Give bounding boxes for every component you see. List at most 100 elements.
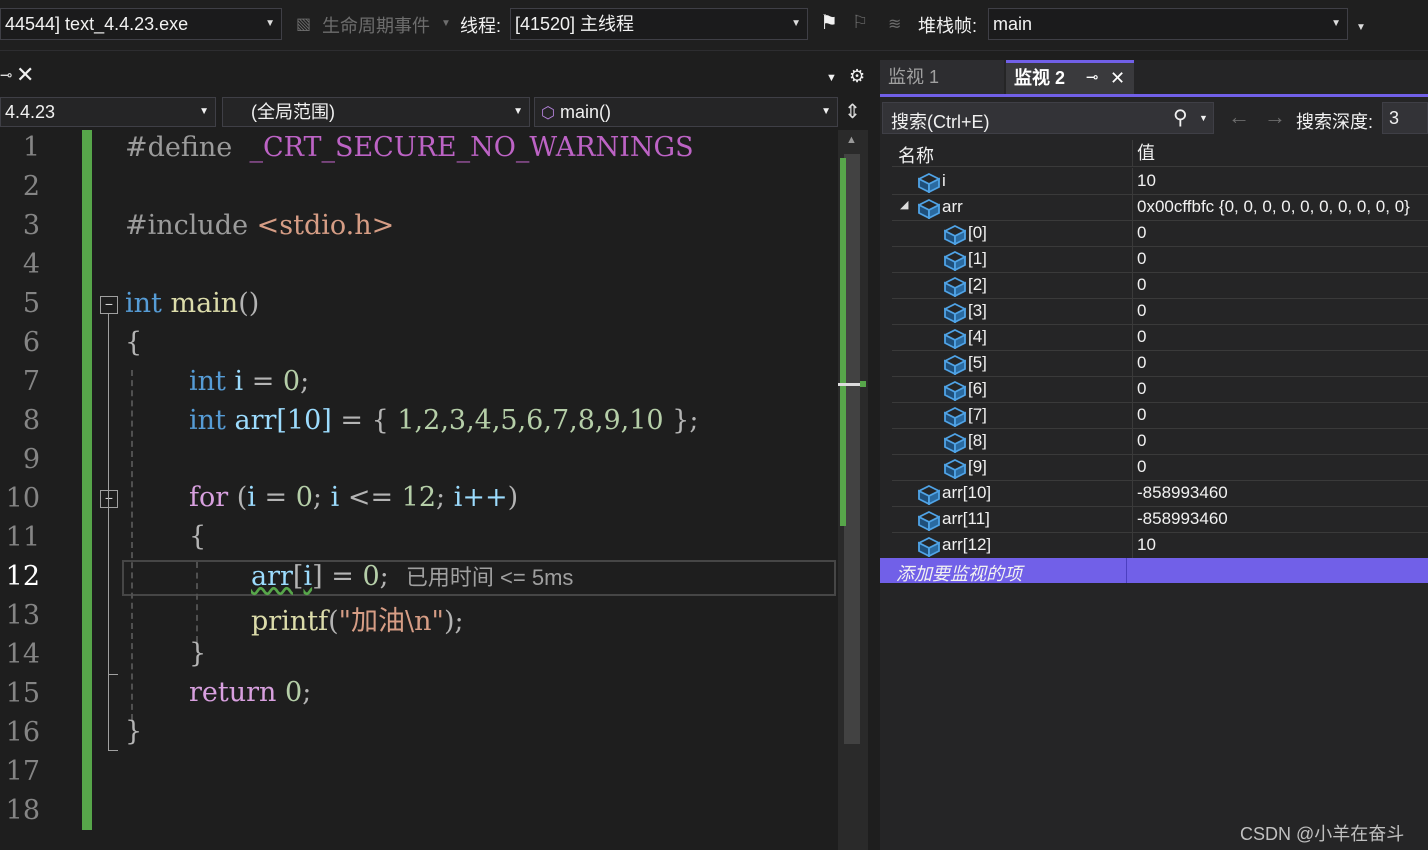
project-dropdown[interactable]: 4.4.23 ▼: [0, 97, 216, 127]
watch-row[interactable]: arr[11] -858993460: [892, 506, 1428, 533]
toolbar-overflow-icon[interactable]: ▼: [1356, 22, 1366, 33]
close-icon[interactable]: ✕: [1110, 63, 1125, 93]
watch-row-value[interactable]: 10: [1132, 532, 1156, 558]
watch-row-name-text: [5]: [968, 353, 987, 372]
collapse-for-icon[interactable]: −: [100, 490, 118, 508]
tab-watch-2[interactable]: 监视 2 ⊸ ✕: [1006, 60, 1134, 94]
watch-row[interactable]: [5] 0: [892, 350, 1428, 377]
line-number: 18: [5, 795, 40, 826]
watch-row[interactable]: arr ◢ 0x00cffbfc {0, 0, 0, 0, 0, 0, 0, 0, …: [892, 194, 1428, 221]
watch-row-value[interactable]: 0: [1132, 246, 1146, 272]
search-input[interactable]: 搜索(Ctrl+E): [891, 108, 990, 134]
watch-row-name: [7]: [942, 402, 987, 428]
expand-arrow-icon[interactable]: ◢: [900, 198, 908, 211]
watch-row[interactable]: arr[12] 10: [892, 532, 1428, 559]
watch-row[interactable]: [4] 0: [892, 324, 1428, 351]
watch-row-name-text: [6]: [968, 379, 987, 398]
column-value-header[interactable]: 值: [1132, 140, 1155, 166]
search-depth-dropdown[interactable]: 3: [1382, 102, 1428, 134]
watch-row[interactable]: [1] 0: [892, 246, 1428, 273]
code-editor[interactable]: 1 2 3 4 5 6 7 8 9 10 11 12 13 14 15 16 17 18 − − #define …: [0, 130, 838, 850]
line-number: 15: [5, 678, 40, 709]
watch-search-box[interactable]: 搜索(Ctrl+E) ⚲ ▼: [882, 102, 1214, 134]
watch-row-value[interactable]: 0: [1132, 324, 1146, 350]
watch-row-value[interactable]: 0: [1132, 350, 1146, 376]
flag-icon[interactable]: ⚑: [820, 10, 838, 35]
stack-icon: ≋: [888, 16, 902, 33]
watch-row[interactable]: arr[10] -858993460: [892, 480, 1428, 507]
watch-row-name: [8]: [942, 428, 987, 454]
editor-tab-bar: ⊸ ✕ ▼ ⚙: [0, 62, 872, 94]
code-line-14: }: [189, 638, 207, 669]
watch-row[interactable]: [0] 0: [892, 220, 1428, 247]
perf-tip: 已用时间 <= 5ms: [405, 565, 574, 590]
watch-row[interactable]: i 10: [892, 168, 1428, 195]
watch-row-value[interactable]: 0: [1132, 454, 1146, 480]
variable-cube-icon: [942, 354, 968, 375]
variable-cube-icon: [942, 380, 968, 401]
outline-end: [108, 750, 118, 751]
watch-row-name: [4]: [942, 324, 987, 350]
pin-icon[interactable]: ⊸: [1086, 63, 1099, 93]
watch-row[interactable]: [8] 0: [892, 428, 1428, 455]
chevron-down-icon: ▼: [1331, 18, 1341, 29]
watch-row-value[interactable]: 0x00cffbfc {0, 0, 0, 0, 0, 0, 0, 0, 0, 0…: [1132, 194, 1410, 220]
gear-icon[interactable]: ⚙: [849, 66, 865, 87]
watch-row-name-text: [1]: [968, 249, 987, 268]
line-number: 1: [22, 132, 40, 163]
search-icon[interactable]: ⚲: [1173, 105, 1188, 130]
watch-row-name: i: [916, 168, 946, 194]
watch-row[interactable]: [3] 0: [892, 298, 1428, 325]
chevron-down-icon: ▼: [821, 106, 831, 117]
watch-row[interactable]: [6] 0: [892, 376, 1428, 403]
watch-row-value[interactable]: 0: [1132, 402, 1146, 428]
function-dropdown[interactable]: ⬡ main() ▼: [534, 97, 838, 127]
search-forward-icon[interactable]: →: [1264, 104, 1286, 130]
split-icon[interactable]: ⇕: [844, 99, 861, 124]
watch-row-value[interactable]: 0: [1132, 272, 1146, 298]
watch-row-value[interactable]: 0: [1132, 220, 1146, 246]
scroll-up-icon[interactable]: ▲: [846, 134, 857, 146]
project-value: 4.4.23: [5, 102, 56, 122]
watch-row[interactable]: [7] 0: [892, 402, 1428, 429]
watch-row-name-text: i: [942, 171, 946, 190]
watch-row-value[interactable]: 10: [1132, 168, 1156, 194]
watch-row-value[interactable]: 0: [1132, 428, 1146, 454]
lifecycle-events-button[interactable]: 生命周期事件: [322, 12, 430, 38]
scrollbar-thumb[interactable]: [844, 154, 860, 744]
watch-row-value[interactable]: -858993460: [1132, 506, 1228, 532]
stack-frame-dropdown[interactable]: main ▼: [988, 8, 1348, 40]
variable-cube-icon: [916, 510, 942, 531]
line-number: 7: [22, 366, 40, 397]
tab-watch-1[interactable]: 监视 1: [880, 60, 1004, 94]
watch-row[interactable]: [9] 0: [892, 454, 1428, 481]
editor-scrollbar[interactable]: ▲: [838, 130, 868, 850]
thread-dropdown[interactable]: [41520] 主线程 ▼: [510, 8, 808, 40]
chevron-down-icon[interactable]: ▼: [1199, 113, 1208, 123]
chevron-down-icon: ▼: [513, 106, 523, 117]
close-icon[interactable]: ✕: [16, 62, 34, 88]
process-dropdown[interactable]: 44544] text_4.4.23.exe ▼: [0, 8, 282, 40]
watch-row-value[interactable]: 0: [1132, 298, 1146, 324]
variable-cube-icon: [942, 328, 968, 349]
scope-dropdown[interactable]: (全局范围) ▼: [222, 97, 530, 127]
watch-row-value[interactable]: -858993460: [1132, 480, 1228, 506]
column-name-header[interactable]: 名称: [898, 142, 934, 168]
pin-icon[interactable]: ⊸: [0, 66, 13, 84]
search-back-icon[interactable]: ←: [1228, 104, 1250, 130]
watch-row-value[interactable]: 0: [1132, 376, 1146, 402]
add-watch-row[interactable]: 添加要监视的项: [880, 558, 1428, 584]
panel-splitter[interactable]: [868, 60, 880, 850]
variable-cube-icon: [942, 224, 968, 245]
collapse-main-icon[interactable]: −: [100, 296, 118, 314]
line-number: 14: [5, 639, 40, 670]
watch-row-name-text: [7]: [968, 405, 987, 424]
watch-row-name-text: [0]: [968, 223, 987, 242]
tab-list-icon[interactable]: ▼: [826, 72, 837, 84]
watch-row-name-text: [2]: [968, 275, 987, 294]
search-depth-value: 3: [1389, 108, 1400, 128]
watch-row[interactable]: [2] 0: [892, 272, 1428, 299]
watch-row-name: [1]: [942, 246, 987, 272]
thread-flag-icon[interactable]: ⚐: [852, 12, 868, 33]
variable-cube-icon: [916, 536, 942, 557]
